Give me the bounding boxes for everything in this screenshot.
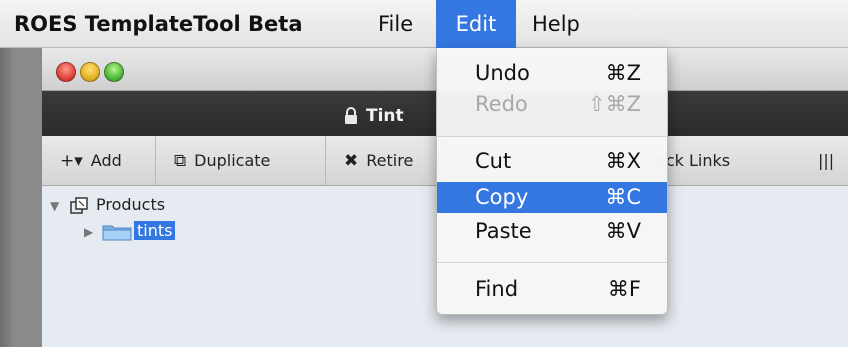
menu-separator <box>437 136 667 137</box>
add-label: Add <box>90 151 122 170</box>
menu-item-copy[interactable]: Copy ⌘C <box>437 182 667 213</box>
duplicate-icon: ⧉ <box>174 151 187 171</box>
menu-item-cut[interactable]: Cut ⌘X <box>437 146 667 177</box>
menu-item-shortcut: ⌘C <box>605 185 641 209</box>
tree-row-products[interactable]: ▼ Products <box>50 192 165 218</box>
menu-item-label: Cut <box>475 149 512 173</box>
lock-icon <box>345 107 357 124</box>
disclosure-collapsed-icon[interactable]: ▶ <box>84 219 98 245</box>
menu-bar: ROES TemplateTool Beta File Edit Help <box>0 0 848 48</box>
menu-item-shortcut: ⌘Z <box>605 61 641 85</box>
menu-item-shortcut: ⌘F <box>607 277 641 301</box>
menu-separator <box>437 262 667 263</box>
menu-item-shortcut: ⇧⌘Z <box>588 92 641 116</box>
menu-app-name[interactable]: ROES TemplateTool Beta <box>14 0 303 48</box>
menu-help[interactable]: Help <box>532 0 580 48</box>
menu-file[interactable]: File <box>378 0 413 48</box>
retire-icon: ✖ <box>344 151 359 171</box>
retire-label: Retire <box>366 151 414 170</box>
menu-item-label: Redo <box>475 92 528 116</box>
add-icon: +▾ <box>60 151 83 171</box>
menu-item-label: Paste <box>475 219 532 243</box>
menu-edit[interactable]: Edit <box>436 0 516 48</box>
close-button[interactable] <box>56 62 76 82</box>
check-links-button[interactable]: eck Links <box>656 136 796 185</box>
menu-item-redo: Redo ⇧⌘Z <box>437 89 667 120</box>
menu-item-undo[interactable]: Undo ⌘Z <box>437 58 667 89</box>
duplicate-button[interactable]: ⧉ Duplicate <box>156 136 326 185</box>
window-title-text: Tint <box>366 106 404 126</box>
retire-button[interactable]: ✖ Retire <box>326 136 446 185</box>
add-button[interactable]: +▾ Add <box>42 136 156 185</box>
menu-item-shortcut: ⌘X <box>605 149 641 173</box>
minimize-button[interactable] <box>80 62 100 82</box>
duplicate-label: Duplicate <box>194 151 271 170</box>
menu-item-label: Find <box>475 277 519 301</box>
products-icon <box>70 196 88 214</box>
tree-label-products: Products <box>96 195 166 214</box>
tree-row-tints[interactable]: ▶ tints <box>84 218 176 245</box>
menu-item-paste[interactable]: Paste ⌘V <box>437 216 667 247</box>
zoom-button[interactable] <box>104 62 124 82</box>
menu-item-label: Copy <box>475 185 529 209</box>
tree-label-tints: tints <box>134 221 176 240</box>
disclosure-expanded-icon[interactable]: ▼ <box>50 193 64 219</box>
menu-item-shortcut: ⌘V <box>605 219 641 243</box>
folder-icon <box>102 225 132 240</box>
menu-item-label: Undo <box>475 61 530 85</box>
window-title: Tint <box>344 104 404 128</box>
toolbar-overflow-button[interactable]: ||| <box>818 136 848 185</box>
edit-menu-dropdown: Undo ⌘Z Redo ⇧⌘Z Cut ⌘X Copy ⌘C Paste ⌘V… <box>436 48 668 315</box>
menu-item-find[interactable]: Find ⌘F <box>437 274 667 305</box>
